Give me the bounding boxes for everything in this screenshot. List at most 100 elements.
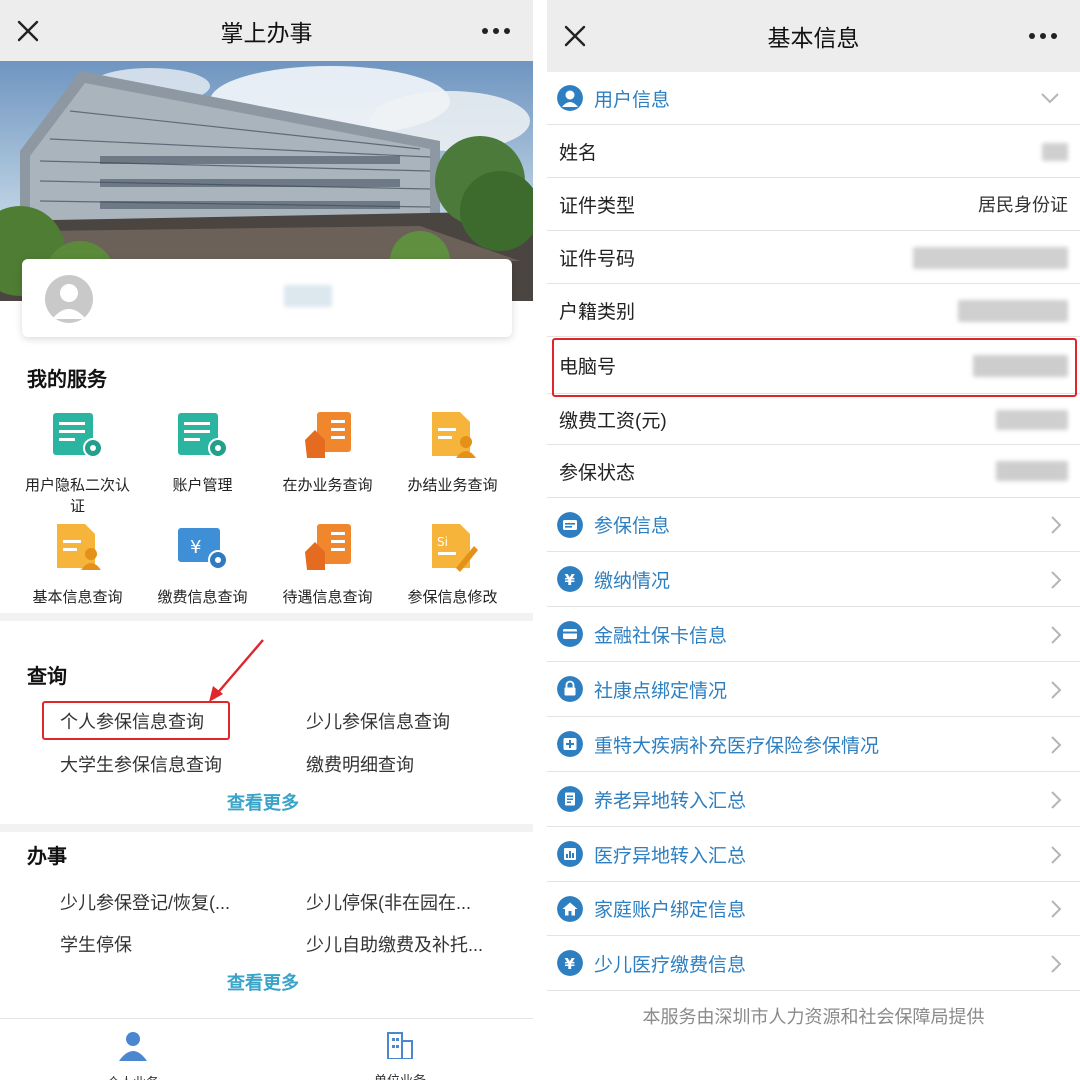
id-number-blurred — [913, 247, 1068, 269]
service-label: 参保信息修改 — [407, 589, 498, 606]
field-row-id-type: 证件类型 居民身份证 — [547, 178, 1080, 231]
service-label: 缴费信息查询 — [157, 589, 248, 606]
link-row-payment[interactable]: ¥ 缴纳情况 — [547, 552, 1080, 607]
left-panel: 掌上办事 我的服务 用户隐私二次认证 账户管理 在办业务查询 办结业务查询 基本… — [0, 0, 533, 1080]
more-icon[interactable] — [481, 27, 511, 35]
document-gear-icon — [52, 413, 103, 458]
user-name-blurred — [284, 285, 332, 307]
link-row-clinic-binding[interactable]: 社康点绑定情况 — [547, 662, 1080, 717]
hand-checklist-icon — [304, 412, 351, 458]
chevron-right-icon — [1051, 681, 1062, 699]
section-divider — [0, 824, 533, 832]
service-basic-info[interactable]: 基本信息查询 — [15, 522, 140, 608]
chevron-down-icon — [1041, 93, 1059, 104]
link-row-insurance-info[interactable]: 参保信息 — [547, 498, 1080, 552]
chevron-right-icon — [1051, 626, 1062, 644]
chevron-right-icon — [1051, 846, 1062, 864]
service-label: 用户隐私二次认证 — [24, 477, 130, 515]
yen-icon: ¥ — [557, 950, 583, 976]
affairs-see-more-link[interactable]: 查看更多 — [227, 969, 299, 995]
link-row-family-account[interactable]: 家庭账户绑定信息 — [547, 882, 1080, 936]
link-row-serious-illness[interactable]: 重特大疾病补充医疗保险参保情况 — [547, 717, 1080, 772]
field-value: 居民身份证 — [978, 195, 1068, 215]
service-label: 办结业务查询 — [407, 477, 498, 494]
query-link-personal[interactable]: 个人参保信息查询 — [60, 708, 204, 734]
id-card-icon — [557, 512, 583, 538]
status-blurred — [996, 461, 1068, 481]
service-label: 账户管理 — [172, 477, 233, 494]
field-row-status: 参保状态 — [547, 445, 1080, 498]
wage-blurred — [996, 410, 1068, 430]
svg-text:¥: ¥ — [190, 537, 201, 558]
service-pending-query[interactable]: 在办业务查询 — [265, 410, 390, 496]
chevron-right-icon — [1051, 791, 1062, 809]
document-gear-icon — [177, 413, 228, 458]
link-row-child-medical-payment[interactable]: ¥ 少儿医疗缴费信息 — [547, 936, 1080, 991]
page-title: 掌上办事 — [220, 19, 313, 46]
tab-personal[interactable]: 个人业务 — [73, 1029, 193, 1080]
service-label: 基本信息查询 — [32, 589, 123, 606]
link-label: 缴纳情况 — [594, 570, 671, 592]
affairs-section-title: 办事 — [27, 846, 67, 868]
query-link-child[interactable]: 少儿参保信息查询 — [306, 708, 450, 734]
service-payment-info[interactable]: ¥ 缴费信息查询 — [140, 522, 265, 608]
affairs-link[interactable]: 少儿参保登记/恢复(... — [60, 889, 230, 915]
link-label: 医疗异地转入汇总 — [594, 845, 747, 867]
home-icon — [557, 896, 583, 922]
link-label: 养老异地转入汇总 — [594, 790, 747, 812]
chevron-right-icon — [1051, 955, 1062, 973]
field-label: 证件号码 — [559, 248, 636, 270]
tab-company[interactable]: 单位业务 — [340, 1029, 460, 1080]
service-account-manage[interactable]: 账户管理 — [140, 410, 265, 496]
link-row-card-info[interactable]: 金融社保卡信息 — [547, 607, 1080, 662]
affairs-link[interactable]: 学生停保 — [60, 931, 132, 957]
user-icon — [557, 85, 583, 111]
field-row-wage: 缴费工资(元) — [547, 394, 1080, 445]
affairs-link[interactable]: 少儿自助缴费及补托... — [306, 931, 483, 957]
query-see-more-link[interactable]: 查看更多 — [227, 789, 299, 815]
bar-chart-icon — [557, 841, 583, 867]
field-label: 参保状态 — [559, 462, 636, 484]
page-title: 基本信息 — [767, 25, 860, 51]
field-label: 缴费工资(元) — [559, 410, 667, 432]
si-document-pen-icon: Si — [431, 524, 478, 572]
link-row-pension-transfer[interactable]: 养老异地转入汇总 — [547, 772, 1080, 827]
medical-plus-icon — [557, 731, 583, 757]
query-link-student[interactable]: 大学生参保信息查询 — [60, 751, 222, 777]
field-row-household: 户籍类别 — [547, 284, 1080, 337]
chevron-right-icon — [1051, 900, 1062, 918]
highlight-box — [552, 338, 1077, 397]
yen-card-gear-icon: ¥ — [177, 528, 228, 570]
lock-icon — [557, 676, 583, 702]
footer-note: 本服务由深圳市人力资源和社会保障局提供 — [642, 1007, 985, 1027]
red-arrow-annotation — [209, 639, 264, 702]
section-divider — [0, 613, 533, 621]
service-insurance-edit[interactable]: Si 参保信息修改 — [390, 522, 515, 608]
person-icon — [119, 1032, 147, 1061]
name-blurred — [1042, 143, 1068, 161]
tab-label: 个人业务 — [73, 1072, 193, 1080]
link-label: 重特大疾病补充医疗保险参保情况 — [594, 735, 880, 757]
service-benefit-query[interactable]: 待遇信息查询 — [265, 522, 390, 608]
field-label: 证件类型 — [559, 195, 636, 217]
more-icon[interactable] — [1028, 32, 1058, 40]
close-icon[interactable] — [14, 17, 42, 45]
service-label: 待遇信息查询 — [282, 589, 373, 606]
user-info-header[interactable]: 用户信息 — [547, 72, 1080, 125]
user-card[interactable] — [22, 259, 512, 337]
service-label: 在办业务查询 — [282, 477, 373, 494]
bottom-tab-bar: 个人业务 单位业务 — [0, 1018, 533, 1080]
query-link-payment-detail[interactable]: 缴费明细查询 — [306, 751, 414, 777]
service-privacy-auth[interactable]: 用户隐私二次认证 — [15, 410, 140, 517]
document-person-icon — [431, 412, 476, 458]
link-row-medical-transfer[interactable]: 医疗异地转入汇总 — [547, 827, 1080, 882]
field-label: 姓名 — [559, 142, 598, 164]
close-icon[interactable] — [561, 22, 589, 50]
affairs-link[interactable]: 少儿停保(非在园在... — [306, 889, 471, 915]
link-label: 少儿医疗缴费信息 — [594, 954, 747, 976]
yen-icon: ¥ — [557, 566, 583, 592]
service-completed-query[interactable]: 办结业务查询 — [390, 410, 515, 496]
chevron-right-icon — [1051, 516, 1062, 534]
left-top-bar: 掌上办事 — [0, 0, 533, 61]
link-label: 家庭账户绑定信息 — [594, 900, 747, 921]
